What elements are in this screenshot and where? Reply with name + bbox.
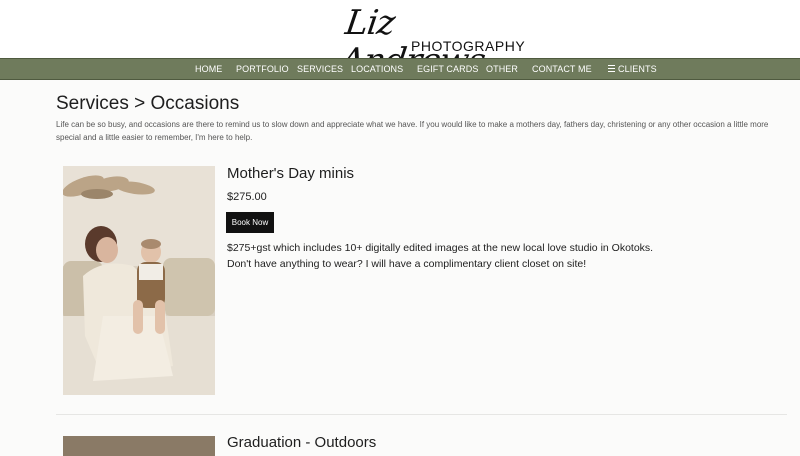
section-divider xyxy=(56,414,787,415)
nav-clients-label: CLIENTS xyxy=(618,64,657,74)
page-intro: Life can be so busy, and occasions are t… xyxy=(56,120,769,142)
nav-clients[interactable]: CLIENTS xyxy=(608,59,657,79)
service-description-line: Don't have anything to wear? I will have… xyxy=(227,258,587,270)
service-photo xyxy=(63,436,215,456)
service-photo xyxy=(63,166,215,395)
nav-contact-me[interactable]: CONTACT ME xyxy=(532,59,592,79)
mother-child-photo xyxy=(63,166,215,395)
nav-portfolio[interactable]: PORTFOLIO xyxy=(236,59,289,79)
service-description-line: $275+gst which includes 10+ digitally ed… xyxy=(227,242,654,254)
brand-logo[interactable]: Liz Andrews PHOTOGRAPHY xyxy=(338,3,525,81)
nav-home[interactable]: HOME xyxy=(195,59,222,79)
nav-services[interactable]: SERVICES xyxy=(297,59,343,79)
nav-other[interactable]: OTHER xyxy=(486,59,518,79)
service-price: $275.00 xyxy=(227,191,267,203)
nav-egift-cards[interactable]: EGIFT CARDS xyxy=(417,59,478,79)
main-nav: HOME PORTFOLIO SERVICES LOCATIONS EGIFT … xyxy=(0,58,800,80)
site-header: Liz Andrews PHOTOGRAPHY xyxy=(0,0,800,81)
logo-subtitle: PHOTOGRAPHY xyxy=(411,38,526,54)
book-now-button[interactable]: Book Now xyxy=(226,212,274,233)
page-title: Services > Occasions xyxy=(56,93,240,114)
nav-locations[interactable]: LOCATIONS xyxy=(351,59,403,79)
service-title[interactable]: Mother's Day minis xyxy=(227,165,354,182)
menu-icon xyxy=(608,65,615,72)
service-description: $275+gst which includes 10+ digitally ed… xyxy=(227,240,787,272)
